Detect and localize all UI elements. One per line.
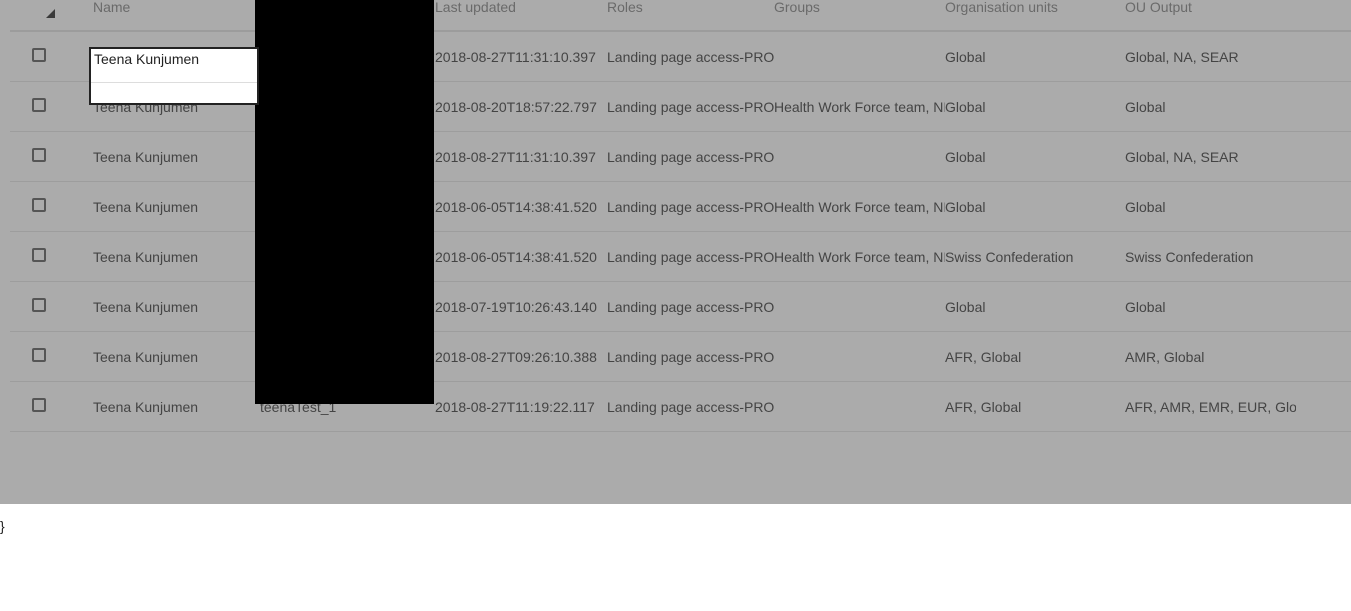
- redaction-block: [255, 0, 434, 404]
- table-header-row: Name Last updated Roles Groups Organisat…: [10, 0, 1351, 32]
- cell-groups: [774, 382, 945, 431]
- cell-ou-output: Global, NA, SEAR: [1125, 49, 1239, 65]
- cell-roles: Landing page access-PROI-: [607, 299, 774, 315]
- cell-organisation-units: AFR, Global: [945, 349, 1022, 365]
- header-ou-output[interactable]: OU Output: [1125, 0, 1192, 14]
- row-checkbox[interactable]: [32, 398, 46, 412]
- table-row[interactable]: Teena Kunjumen 2018-07-19T10:26:43.140 Lan…: [10, 282, 1351, 332]
- row-checkbox[interactable]: [32, 348, 46, 362]
- stray-text: }: [0, 518, 5, 534]
- cell-groups: Health Work Force team, NI: [774, 99, 945, 115]
- cell-last-updated: 2018-06-05T14:38:41.520: [435, 199, 597, 215]
- cell-name: Teena Kunjumen: [93, 149, 199, 165]
- cell-ou-output: AMR, Global: [1125, 349, 1205, 365]
- cell-organisation-units: Global: [945, 199, 986, 215]
- cell-roles: Landing page access-PROI-: [607, 349, 774, 365]
- cell-roles: Landing page access-PROI-: [607, 399, 774, 415]
- cell-organisation-units: Global: [945, 99, 986, 115]
- cell-ou-output: Global: [1125, 99, 1166, 115]
- cell-last-updated: 2018-07-19T10:26:43.140: [435, 299, 597, 315]
- header-organisation-units[interactable]: Organisation units: [945, 0, 1058, 14]
- cell-last-updated: 2018-08-27T11:31:10.397: [435, 149, 596, 165]
- row-checkbox[interactable]: [32, 48, 46, 62]
- cell-organisation-units: Global: [945, 49, 986, 65]
- sort-triangle-icon[interactable]: [46, 9, 55, 18]
- cell-groups: [774, 282, 945, 331]
- header-groups[interactable]: Groups: [774, 0, 820, 14]
- table-row[interactable]: Teena Kunjumen teenaTest_1 2018-08-27T11:1…: [10, 382, 1351, 432]
- cell-roles: Landing page access-PROI: [607, 199, 774, 215]
- popup-name-text: Teena Kunjumen: [94, 51, 200, 67]
- cell-ou-output: Global, NA, SEAR: [1125, 149, 1239, 165]
- cell-last-updated: 2018-08-27T11:19:22.117: [435, 399, 595, 415]
- row-checkbox[interactable]: [32, 298, 46, 312]
- cell-ou-output: Global: [1125, 199, 1166, 215]
- cell-groups: [774, 32, 945, 81]
- dimmed-table-area: Name Last updated Roles Groups Organisat…: [0, 0, 1351, 504]
- cell-groups: [774, 132, 945, 181]
- cell-groups: Health Work Force team, NI: [774, 249, 945, 265]
- table-row[interactable]: Teena Kunjumen 2018-06-05T14:38:41.520 Lan…: [10, 182, 1351, 232]
- cell-roles: Landing page access-PROI: [607, 99, 774, 115]
- cell-roles: Landing page access-PROI-: [607, 49, 774, 65]
- header-last-updated[interactable]: Last updated: [435, 0, 516, 14]
- cell-ou-output: Swiss Confederation: [1125, 249, 1254, 265]
- name-popup[interactable]: Teena Kunjumen: [89, 47, 259, 105]
- cell-ou-output: Global: [1125, 299, 1166, 315]
- header-name[interactable]: Name: [93, 0, 130, 14]
- cell-organisation-units: Global: [945, 299, 986, 315]
- table-row[interactable]: Teena Kunjumen 2018-08-27T09:26:10.388 Lan…: [10, 332, 1351, 382]
- cell-last-updated: 2018-08-20T18:57:22.797: [435, 99, 597, 115]
- table-row[interactable]: Teena Kunjumen 2018-08-27T11:31:10.397 Lan…: [10, 132, 1351, 182]
- cell-last-updated: 2018-08-27T11:31:10.397: [435, 49, 596, 65]
- cell-groups: Health Work Force team, NI: [774, 199, 945, 215]
- cell-name: Teena Kunjumen: [93, 349, 199, 365]
- cell-organisation-units: AFR, Global: [945, 399, 1022, 415]
- row-checkbox[interactable]: [32, 98, 46, 112]
- cell-name: Teena Kunjumen: [93, 249, 199, 265]
- row-checkbox[interactable]: [32, 198, 46, 212]
- cell-name: Teena Kunjumen: [93, 399, 199, 415]
- cell-roles: Landing page access-PROI-: [607, 149, 774, 165]
- cell-organisation-units: Global: [945, 149, 986, 165]
- header-roles[interactable]: Roles: [607, 0, 643, 14]
- cell-ou-output: AFR, AMR, EMR, EUR, Globa: [1125, 399, 1296, 415]
- cell-name: Teena Kunjumen: [93, 199, 199, 215]
- cell-last-updated: 2018-06-05T14:38:41.520: [435, 249, 597, 265]
- cell-name: Teena Kunjumen: [93, 299, 199, 315]
- row-checkbox[interactable]: [32, 248, 46, 262]
- cell-roles: Landing page access-PROI: [607, 249, 774, 265]
- cell-organisation-units: Swiss Confederation: [945, 249, 1074, 265]
- table-row[interactable]: Teena Kunjumen 2018-06-05T14:38:41.520 Lan…: [10, 232, 1351, 282]
- cell-groups: [774, 332, 945, 381]
- popup-divider: [91, 82, 257, 83]
- cell-last-updated: 2018-08-27T09:26:10.388: [435, 349, 597, 365]
- row-checkbox[interactable]: [32, 148, 46, 162]
